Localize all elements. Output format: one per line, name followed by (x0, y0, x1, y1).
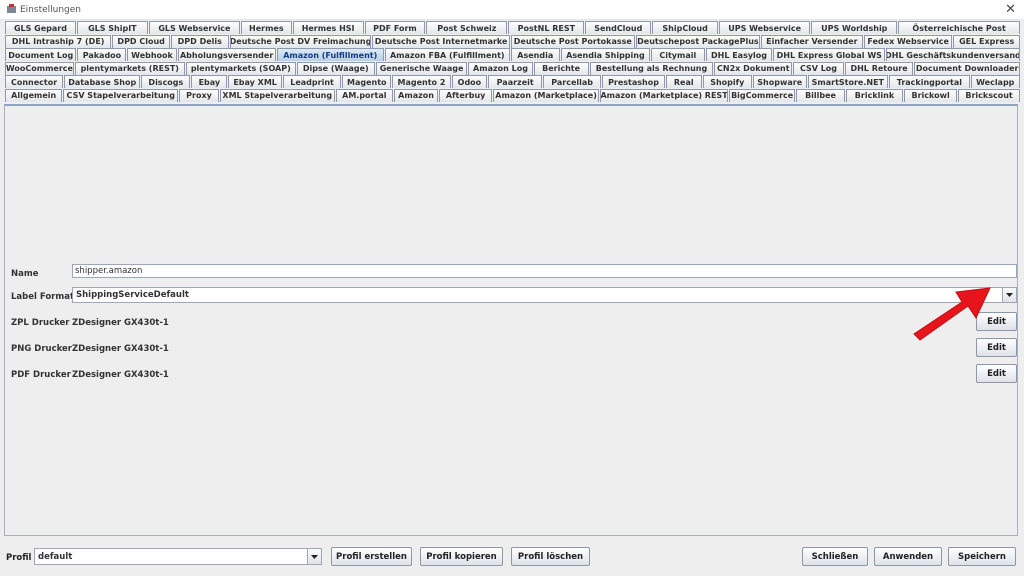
profile-copy-button[interactable]: Profil kopieren (420, 547, 503, 566)
chevron-down-icon[interactable] (307, 549, 321, 564)
profile-select[interactable]: default (34, 548, 322, 565)
profile-delete-button[interactable]: Profil löschen (511, 547, 590, 566)
save-button[interactable]: Speichern (948, 547, 1016, 566)
close-button[interactable]: Schließen (802, 547, 868, 566)
profile-create-button[interactable]: Profil erstellen (331, 547, 412, 566)
apply-button[interactable]: Anwenden (874, 547, 942, 566)
profile-label: Profil (6, 553, 32, 563)
profile-value: default (38, 551, 73, 562)
annotation-arrow-icon (913, 287, 991, 341)
arrow-shape (913, 287, 991, 341)
